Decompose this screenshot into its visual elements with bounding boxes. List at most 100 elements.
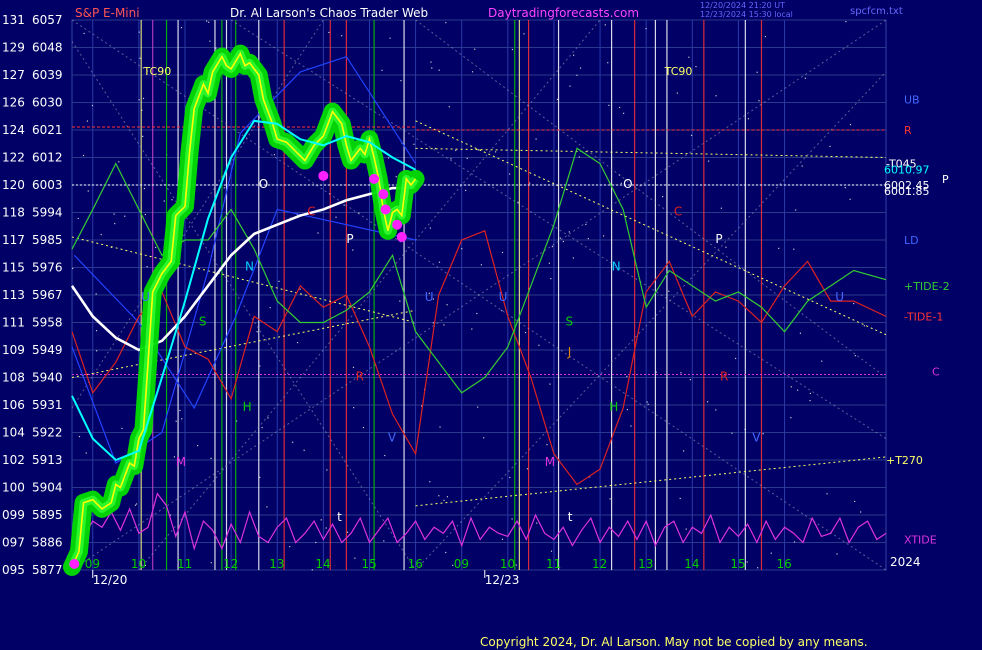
grid-dot — [849, 198, 851, 200]
y-tick-pct: 115 — [2, 261, 25, 275]
grid-dot — [790, 417, 792, 419]
grid-dot — [821, 360, 823, 362]
grid-dot — [450, 158, 452, 160]
grid-dot — [82, 154, 85, 157]
grid-dot — [466, 157, 468, 160]
grid-dot — [303, 449, 305, 451]
grid-dot — [508, 173, 511, 175]
grid-dot — [804, 77, 806, 79]
grid-dot — [78, 435, 81, 438]
right-label: +TIDE-2 — [904, 280, 950, 293]
grid-dot — [501, 251, 504, 254]
y-tick-pct: 118 — [2, 206, 25, 220]
grid-dot — [100, 233, 102, 236]
chart-label: N — [245, 260, 254, 274]
grid-dot — [795, 209, 797, 211]
y-tick-pct: 113 — [2, 288, 25, 302]
x-tick-label: 16 — [408, 557, 423, 571]
grid-dot — [317, 232, 319, 234]
y-tick-pct: 097 — [2, 536, 25, 550]
y-tick-pct: 117 — [2, 233, 25, 247]
right-label: R — [904, 124, 912, 137]
grid-dot — [138, 31, 140, 33]
grid-dot — [511, 48, 514, 51]
grid-dot — [556, 98, 559, 101]
grid-dot — [853, 302, 855, 305]
grid-dot — [778, 247, 780, 249]
grid-dot — [96, 350, 98, 352]
grid-dot — [343, 204, 345, 206]
chart-label: t — [337, 510, 342, 524]
grid-dot — [146, 266, 148, 268]
right-label: 6010.97 — [884, 164, 930, 177]
y-tick-pct: 109 — [2, 343, 25, 357]
site-title: Dr. Al Larson's Chaos Trader Web — [230, 6, 428, 20]
grid-dot — [607, 62, 609, 64]
grid-dot — [95, 330, 98, 332]
grid-dot — [113, 213, 115, 215]
grid-dot — [790, 386, 792, 388]
right-label: LD — [904, 234, 919, 247]
low-marker — [380, 204, 391, 215]
grid-dot — [429, 227, 431, 229]
low-marker — [318, 170, 329, 181]
y-tick-price: 6012 — [32, 151, 63, 165]
grid-dot — [443, 324, 445, 326]
grid-dot — [179, 409, 181, 412]
y-tick-price: 5967 — [32, 288, 63, 302]
grid-dot — [685, 528, 687, 530]
grid-dot — [690, 134, 693, 137]
copyright: Copyright 2024, Dr. Al Larson. May not b… — [480, 635, 868, 649]
grid-dot — [863, 325, 866, 327]
y-tick-pct: 100 — [2, 481, 25, 495]
grid-dot — [515, 564, 517, 566]
grid-dot — [844, 186, 846, 189]
grid-dot — [438, 495, 440, 497]
y-tick-pct: 099 — [2, 508, 25, 522]
grid-dot — [799, 332, 802, 334]
y-tick-pct: 104 — [2, 426, 25, 440]
chart-label: M — [176, 455, 186, 469]
grid-dot — [455, 149, 457, 152]
grid-dot — [352, 249, 354, 251]
y-tick-price: 5904 — [32, 481, 63, 495]
y-tick-price: 5931 — [32, 398, 63, 412]
grid-dot — [524, 331, 527, 334]
x-tick-label: 13 — [269, 557, 284, 571]
grid-dot — [731, 432, 733, 434]
grid-dot — [559, 237, 561, 239]
y-tick-price: 5976 — [32, 261, 63, 275]
grid-dot — [602, 235, 605, 237]
grid-dot — [289, 546, 291, 548]
y-tick-price: 5895 — [32, 508, 63, 522]
grid-dot — [626, 375, 628, 377]
grid-dot — [562, 240, 565, 243]
grid-dot — [480, 264, 483, 266]
low-marker — [392, 219, 403, 230]
grid-dot — [546, 444, 548, 446]
grid-dot — [715, 409, 717, 411]
x-tick-label: 12 — [223, 557, 238, 571]
grid-dot — [142, 97, 145, 100]
grid-dot — [676, 92, 679, 94]
grid-dot — [695, 65, 697, 68]
grid-dot — [325, 527, 327, 529]
grid-dot — [439, 426, 441, 428]
x-tick-label: 15 — [361, 557, 376, 571]
site-url[interactable]: Daytradingforecasts.com — [488, 6, 639, 20]
grid-dot — [383, 540, 385, 542]
grid-dot — [341, 35, 343, 37]
grid-dot — [764, 35, 766, 38]
grid-dot — [608, 104, 610, 106]
grid-dot — [578, 156, 581, 158]
grid-dot — [474, 48, 476, 50]
chart-label: M — [545, 455, 555, 469]
grid-dot — [180, 27, 183, 29]
y-tick-pct: 102 — [2, 453, 25, 467]
grid-dot — [809, 392, 812, 395]
grid-dot — [118, 161, 120, 163]
grid-dot — [587, 238, 589, 240]
grid-dot — [461, 248, 463, 250]
grid-dot — [430, 61, 432, 63]
y-tick-pct: 131 — [2, 13, 25, 27]
